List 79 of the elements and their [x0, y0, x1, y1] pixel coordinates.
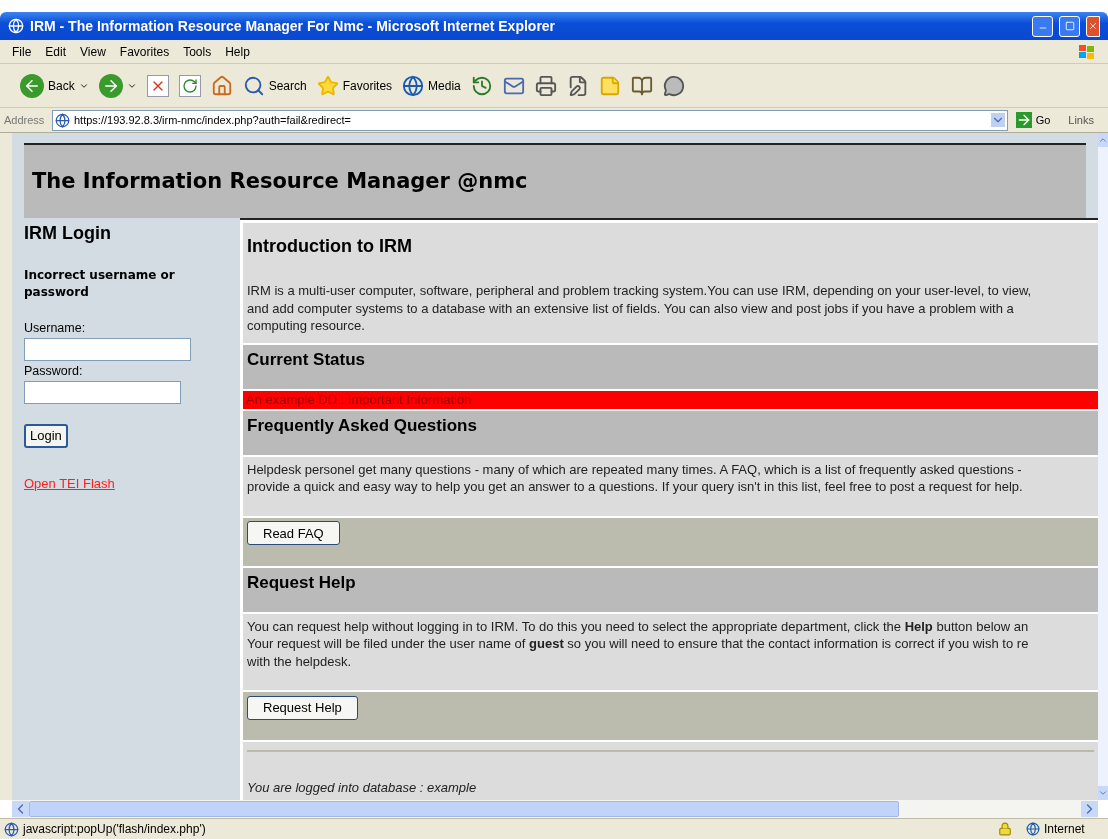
toolbar-button[interactable]: [470, 74, 493, 97]
paragraph-line: You can request help without logging in to IRM. To do this you need to select the appropriate department, click the Help button below an: [247, 617, 1030, 635]
close-button[interactable]: [1086, 15, 1100, 37]
globe-icon: [402, 74, 425, 97]
password-label: Password:: [24, 362, 84, 380]
vertical-scrollbar[interactable]: [1098, 133, 1108, 800]
toolbar-button[interactable]: [146, 74, 169, 97]
home-icon: [210, 74, 233, 97]
chat-bubble-icon: [662, 74, 685, 97]
toolbar-button[interactable]: Favorites: [316, 74, 393, 97]
menu-item[interactable]: File: [12, 42, 32, 61]
paragraph-line: computing resource.: [247, 317, 366, 335]
window-title: IRM - The Information Resource Manager For Nmc - Microsoft Internet Explorer: [30, 16, 556, 36]
minimize-button[interactable]: [1032, 15, 1053, 37]
section-heading: Request Help: [247, 572, 356, 592]
page-icon: [55, 112, 70, 128]
stop-icon: [146, 74, 169, 97]
scroll-right-icon: [1081, 801, 1098, 817]
page-icon: [4, 821, 19, 837]
toolbar-button[interactable]: [630, 74, 653, 97]
toolbar-button[interactable]: [662, 74, 685, 97]
maximize-icon: [1064, 21, 1075, 31]
menu-item[interactable]: Help: [225, 42, 250, 61]
address-field[interactable]: https://193.92.8.3/irm-nmc/index.php?auth=fail&redirect=: [52, 109, 1008, 131]
menu-item[interactable]: Edit: [45, 42, 67, 61]
login-heading: IRM Login: [24, 222, 112, 245]
search-icon: [242, 74, 265, 97]
username-field[interactable]: [24, 337, 191, 361]
paragraph-line: Your request will be filed under the user name of guest so you will need to ensure that the contact information is correct if you wish to re: [247, 635, 1030, 653]
refresh-icon: [178, 74, 201, 97]
scroll-thumb[interactable]: [29, 801, 899, 817]
paragraph-line: and add computer systems to a database with an extensive list of fields. You can also view and post jobs if you have a problem with a: [247, 299, 1015, 317]
paragraph-line: Helpdesk personel get many questions - many of which are repeated many times. A FAQ, which is a list of frequently asked questions -: [247, 460, 1023, 478]
zone-label: Internet: [1044, 821, 1086, 838]
lock-icon: [998, 822, 1012, 836]
address-label: Address: [4, 112, 46, 128]
login-info-text: You are logged into database : example: [247, 779, 478, 797]
toolbar-button[interactable]: [534, 74, 557, 97]
scroll-up-icon: [1098, 133, 1108, 147]
toolbar-button[interactable]: [98, 73, 137, 98]
book-icon: [630, 74, 653, 97]
login-button[interactable]: Login: [24, 423, 68, 448]
action-button[interactable]: Read FAQ: [247, 521, 340, 546]
horizontal-scrollbar[interactable]: [12, 800, 1098, 818]
toolbar-button[interactable]: Media: [402, 74, 461, 97]
scroll-down-icon: [1098, 786, 1108, 800]
toolbar-button[interactable]: [210, 74, 233, 97]
note-icon: [598, 74, 621, 97]
dropdown-icon: [990, 113, 1005, 127]
go-button[interactable]: Go: [1011, 111, 1055, 129]
close-icon: [1088, 21, 1098, 31]
history-icon: [470, 74, 493, 97]
maximize-button[interactable]: [1059, 15, 1080, 37]
section-heading: Current Status: [247, 349, 366, 369]
links-label[interactable]: Links: [1058, 111, 1104, 129]
paragraph-line: IRM is a multi-user computer, software, peripheral and problem tracking system.You can use IRM, depending on your user-level, to view,: [247, 282, 1033, 300]
menu-item[interactable]: View: [80, 42, 106, 61]
section-heading: Introduction to IRM: [247, 235, 413, 258]
printer-icon: [534, 74, 557, 97]
menu-item[interactable]: Favorites: [119, 42, 170, 61]
paragraph-line: provide a quick and easy way to help you get an answer to a questions. If your query isn't in this list, feel free to post a request for help.: [247, 478, 1024, 496]
toolbar-button[interactable]: [178, 74, 201, 97]
status-alert: An example DD : Important Information: [243, 390, 1098, 409]
password-field[interactable]: [24, 380, 181, 404]
toolbar-button[interactable]: Search: [242, 74, 307, 97]
star-icon: [316, 74, 339, 97]
paragraph-line: with the helpdesk.: [247, 652, 353, 670]
scroll-left-icon: [12, 801, 29, 817]
browser-icon: [8, 18, 24, 34]
toolbar-button[interactable]: Back: [20, 73, 89, 98]
status-text: javascript:popUp('flash/index.php'): [23, 821, 207, 838]
flag-logo-icon: [1078, 43, 1096, 60]
menu-item[interactable]: Tools: [183, 42, 212, 61]
page-title: The Information Resource Manager @nmc: [32, 167, 528, 195]
globe-icon: [1026, 822, 1040, 836]
action-button[interactable]: Request Help: [247, 695, 358, 720]
error-message: Incorrect username or password: [24, 267, 176, 301]
username-label: Username:: [24, 320, 87, 337]
section-heading: Frequently Asked Questions: [247, 415, 477, 435]
